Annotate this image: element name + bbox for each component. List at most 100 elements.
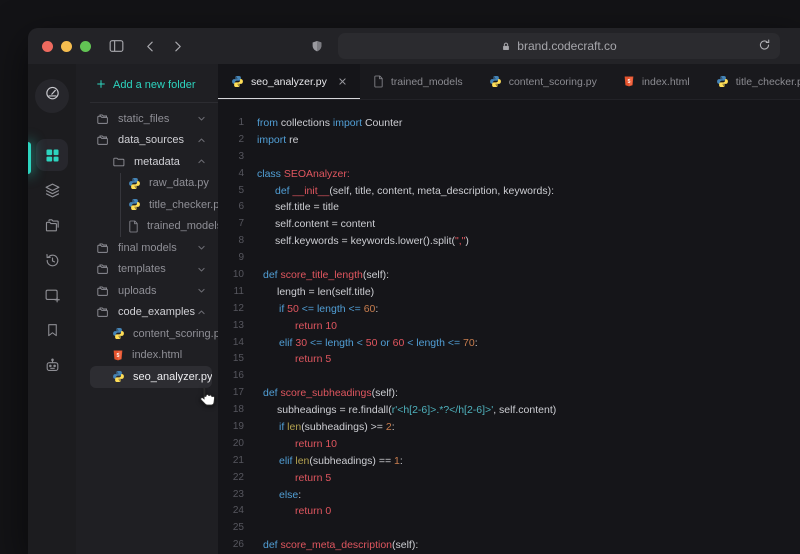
tree-item-raw-data-py[interactable]: raw_data.py: [76, 173, 218, 195]
chevron-down-icon[interactable]: [197, 114, 206, 123]
add-folder-button[interactable]: Add a new folder: [76, 74, 218, 96]
app-logo[interactable]: [35, 79, 69, 113]
tree-item-templates[interactable]: templates: [76, 259, 218, 281]
code-line[interactable]: 13return 10: [218, 318, 800, 335]
tab-trained-models[interactable]: trained_models: [360, 64, 476, 99]
code-line[interactable]: 5def __init__(self, title, content, meta…: [218, 183, 800, 200]
code-line[interactable]: 11length = len(self.title): [218, 284, 800, 301]
code-line[interactable]: 26def score_meta_description(self):: [218, 537, 800, 554]
line-number: 21: [218, 453, 244, 470]
code-line[interactable]: 12if 50 <= length <= 60:: [218, 301, 800, 318]
code-line[interactable]: 21elif len(subheadings) == 1:: [218, 453, 800, 470]
python-icon: [231, 75, 244, 88]
rail-item-bookmark[interactable]: [36, 314, 68, 346]
code-area[interactable]: 1from collections import Counter2import …: [218, 100, 800, 554]
tab-title-checker-py[interactable]: title_checker.py: [703, 64, 800, 99]
line-number: 22: [218, 470, 244, 487]
rail-item-folders[interactable]: [36, 209, 68, 241]
chevron-up-icon[interactable]: [197, 308, 206, 317]
rail-item-window-add[interactable]: [36, 279, 68, 311]
code-line[interactable]: 3: [218, 149, 800, 166]
tab-content-scoring-py[interactable]: content_scoring.py: [476, 64, 610, 99]
code-line[interactable]: 10def score_title_length(self):: [218, 267, 800, 284]
rail-item-bot[interactable]: [36, 349, 68, 381]
code-line-content: if 50 <= length <= 60:: [257, 301, 378, 318]
code-line[interactable]: 8self.keywords = keywords.lower().split(…: [218, 233, 800, 250]
code-line[interactable]: 24return 0: [218, 503, 800, 520]
rail-item-layers[interactable]: [36, 174, 68, 206]
code-line[interactable]: 23 else:: [218, 487, 800, 504]
line-number: 23: [218, 487, 244, 504]
tab-index-html[interactable]: 5 index.html: [610, 64, 703, 99]
folders-icon: [44, 217, 61, 234]
line-number: 17: [218, 385, 244, 402]
minimize-window-button[interactable]: [61, 41, 72, 52]
code-line[interactable]: 25: [218, 520, 800, 537]
line-number: 4: [218, 166, 244, 183]
grid-icon: [44, 147, 61, 164]
rail-item-history[interactable]: [36, 244, 68, 276]
tree-item-label: uploads: [118, 285, 157, 297]
rail-item-dashboard-grid[interactable]: [36, 139, 68, 171]
tree-item-label: title_checker.py: [149, 199, 218, 211]
tree-item-label: trained_models: [147, 220, 218, 232]
code-line[interactable]: 19if len(subheadings) >= 2:: [218, 419, 800, 436]
close-window-button[interactable]: [42, 41, 53, 52]
code-line-content: else:: [257, 487, 301, 504]
back-icon[interactable]: [144, 40, 157, 53]
chevron-down-icon[interactable]: [197, 243, 206, 252]
code-line[interactable]: 1from collections import Counter: [218, 115, 800, 132]
tree-item-label: index.html: [132, 349, 182, 361]
url-bar[interactable]: brand.codecraft.co: [338, 33, 780, 59]
chevron-down-icon[interactable]: [197, 286, 206, 295]
html-icon: 5: [112, 349, 124, 362]
tree-item-uploads[interactable]: uploads: [76, 280, 218, 302]
tree-item-seo-analyzer-py[interactable]: seo_analyzer.py: [90, 366, 212, 388]
tree-item-label: code_examples: [118, 306, 195, 318]
panel-toggle-icon[interactable]: [107, 38, 126, 54]
browser-chrome: brand.codecraft.co: [28, 28, 800, 64]
code-line[interactable]: 17def score_subheadings(self):: [218, 385, 800, 402]
code-line-content: length = len(self.title): [257, 284, 374, 301]
file-icon: [128, 220, 139, 233]
code-line[interactable]: 18subheadings = re.findall(r'<h[2-6]>.*?…: [218, 402, 800, 419]
tree-item-index-html[interactable]: 5 index.html: [76, 345, 218, 367]
code-line[interactable]: 7self.content = content: [218, 216, 800, 233]
code-line[interactable]: 2import re: [218, 132, 800, 149]
close-icon[interactable]: [338, 77, 347, 86]
tree-item-content-scoring-py[interactable]: content_scoring.py: [76, 323, 218, 345]
line-number: 16: [218, 368, 244, 385]
tree-item-final-models[interactable]: final models: [76, 237, 218, 259]
shield-icon[interactable]: [310, 39, 324, 54]
url-text: brand.codecraft.co: [517, 39, 616, 53]
code-line[interactable]: 9: [218, 250, 800, 267]
folder-icon: [96, 263, 110, 275]
tree-item-trained-models[interactable]: trained_models: [76, 216, 218, 238]
svg-text:5: 5: [627, 79, 630, 85]
code-line[interactable]: 4class SEOAnalyzer:: [218, 166, 800, 183]
tab-label: index.html: [642, 76, 690, 88]
tree-item-code-examples[interactable]: code_examples: [76, 302, 218, 324]
forward-icon[interactable]: [171, 40, 184, 53]
code-line[interactable]: 16: [218, 368, 800, 385]
chevron-up-icon[interactable]: [197, 136, 206, 145]
tab-seo-analyzer-py[interactable]: seo_analyzer.py: [218, 64, 360, 99]
reload-icon[interactable]: [758, 38, 771, 52]
tree-item-title-checker-py[interactable]: title_checker.py: [76, 194, 218, 216]
tree-item-metadata[interactable]: metadata: [76, 151, 218, 173]
code-line[interactable]: 20return 10: [218, 436, 800, 453]
code-line[interactable]: 6self.title = title: [218, 199, 800, 216]
tree-item-label: static_files: [118, 113, 169, 125]
code-line-content: self.keywords = keywords.lower().split("…: [257, 233, 469, 250]
tree-item-label: seo_analyzer.py: [133, 371, 212, 383]
zoom-window-button[interactable]: [80, 41, 91, 52]
chevron-up-icon[interactable]: [197, 157, 206, 166]
tree-item-data-sources[interactable]: data_sources: [76, 130, 218, 152]
python-icon: [716, 75, 729, 88]
code-line-content: subheadings = re.findall(r'<h[2-6]>.*?</…: [257, 402, 556, 419]
tree-item-static-files[interactable]: static_files: [76, 108, 218, 130]
code-line[interactable]: 22return 5: [218, 470, 800, 487]
chevron-down-icon[interactable]: [197, 265, 206, 274]
code-line[interactable]: 15return 5: [218, 351, 800, 368]
code-line[interactable]: 14elif 30 <= length < 50 or 60 < length …: [218, 335, 800, 352]
